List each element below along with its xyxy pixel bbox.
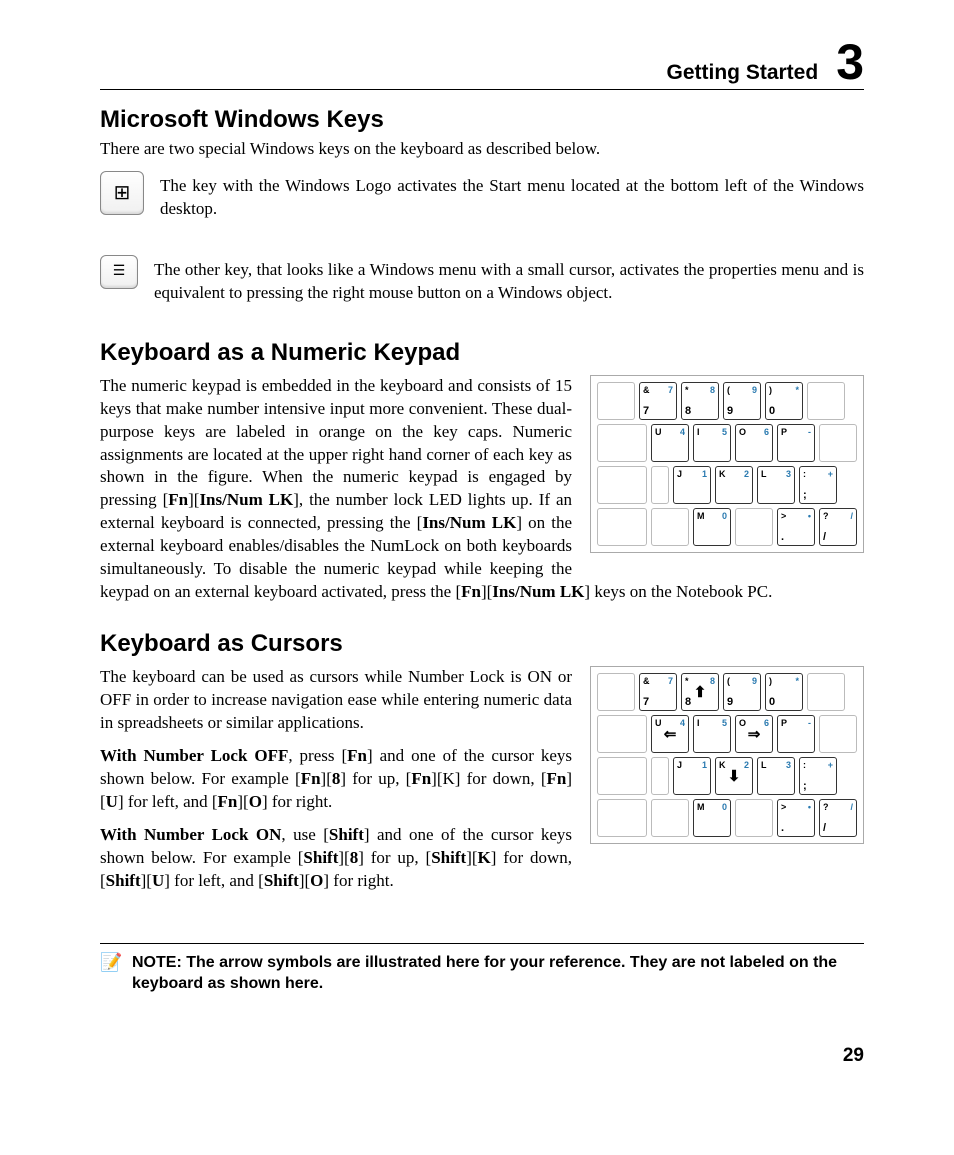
heading-windows-keys: Microsoft Windows Keys	[100, 106, 864, 134]
header-title: Getting Started	[667, 61, 819, 89]
windows-logo-key-icon: ⊞	[100, 171, 144, 215]
heading-cursors: Keyboard as Cursors	[100, 630, 864, 658]
windows-logo-row: ⊞ The key with the Windows Logo activate…	[100, 171, 864, 231]
key-j: J1	[673, 466, 711, 504]
numeric-keypad-figure: &77 *88 (99 )*0 U4 I5 O6 P- J1 K2 L3 :+	[590, 375, 864, 553]
windows-keys-intro: There are two special Windows keys on th…	[100, 138, 864, 161]
arrow-down-icon: ⬇	[728, 767, 741, 785]
arrow-up-icon: ⬆	[694, 683, 707, 701]
page-number: 29	[100, 1045, 864, 1067]
key-o-right: O6⇒	[735, 715, 773, 753]
cursor-keypad-figure: &77 *88⬆ (99 )*0 U4⇐ I5 O6⇒ P- J1 K2⬇ L3	[590, 666, 864, 844]
note-block: 📝 NOTE: The arrow symbols are illustrate…	[100, 943, 864, 995]
menu-key-desc: The other key, that looks like a Windows…	[154, 259, 864, 305]
key-p: P-	[777, 424, 815, 462]
key-u-left: U4⇐	[651, 715, 689, 753]
menu-key-icon: ☰	[100, 255, 138, 289]
key-k: K2	[715, 466, 753, 504]
key-7: &77	[639, 382, 677, 420]
heading-numeric-keypad: Keyboard as a Numeric Keypad	[100, 339, 864, 367]
chapter-number: 3	[836, 40, 864, 85]
key-semicolon: :+;	[799, 466, 837, 504]
key-9: (99	[723, 382, 761, 420]
key-m: M0	[693, 508, 731, 546]
key-0: )*0	[765, 382, 803, 420]
key-period: >•.	[777, 508, 815, 546]
key-8: *88	[681, 382, 719, 420]
key-o: O6	[735, 424, 773, 462]
note-text: NOTE: The arrow symbols are illustrated …	[132, 952, 864, 995]
menu-key-row: ☰ The other key, that looks like a Windo…	[100, 255, 864, 315]
key-slash: ?//	[819, 508, 857, 546]
key-u: U4	[651, 424, 689, 462]
key-k-down: K2⬇	[715, 757, 753, 795]
key-l: L3	[757, 466, 795, 504]
note-icon: 📝	[100, 952, 122, 974]
running-header: Getting Started 3	[100, 40, 864, 90]
key-i: I5	[693, 424, 731, 462]
key-8-up: *88⬆	[681, 673, 719, 711]
arrow-right-icon: ⇒	[748, 725, 761, 743]
arrow-left-icon: ⇐	[664, 725, 677, 743]
windows-logo-desc: The key with the Windows Logo activates …	[160, 175, 864, 221]
